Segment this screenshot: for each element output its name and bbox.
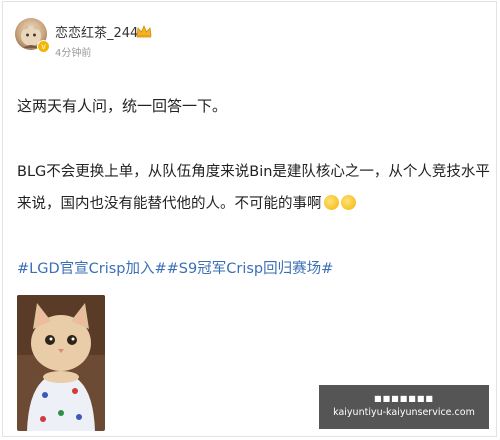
grinning-emoji-icon <box>323 195 339 210</box>
post-text-body: BLG不会更换上单，从队伍角度来说Bin是建队核心之一，从个人竞技水平来说，国内… <box>17 156 492 220</box>
grinning-emoji-icon <box>340 195 356 210</box>
post-card: v 恋恋红茶_244 4分钟前 这两天有人问，统一回答一下。 BLG不会更换上单… <box>2 1 497 437</box>
watermark-line2: kaiyuntiyu-kaiyunservice.com <box>333 407 475 418</box>
post-image[interactable] <box>17 295 105 431</box>
post-text-paragraph: BLG不会更换上单，从队伍角度来说Bin是建队核心之一，从个人竞技水平来说，国内… <box>17 164 490 212</box>
watermark: ■■■■■■■ kaiyuntiyu-kaiyunservice.com <box>319 385 489 429</box>
verified-badge-icon: v <box>37 40 50 53</box>
post-time: 4分钟前 <box>55 48 92 59</box>
post-text-line: 这两天有人问，统一回答一下。 <box>17 97 228 115</box>
cat-photo-image <box>17 295 105 431</box>
crown-icon <box>136 24 152 38</box>
topic-links[interactable]: #LGD官宣Crisp加入##S9冠军Crisp回归赛场# <box>17 257 333 278</box>
author-name[interactable]: 恋恋红茶_244 <box>55 22 138 41</box>
watermark-line1: ■■■■■■■ <box>374 394 434 403</box>
